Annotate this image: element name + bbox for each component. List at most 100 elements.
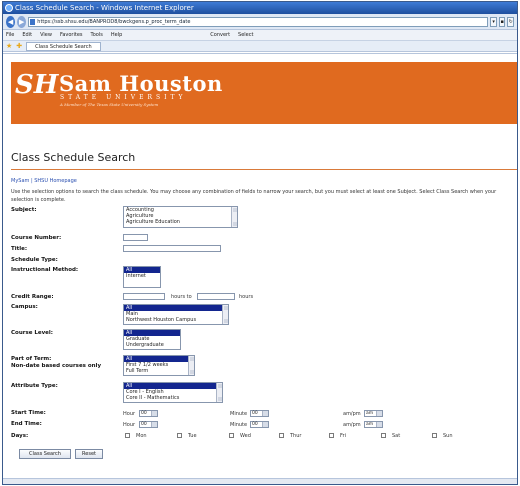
title-label: Title: [11,246,28,252]
select-button[interactable]: Select [238,32,253,38]
toolbar-right: Convert Select [210,32,253,38]
menu-favorites[interactable]: Favorites [60,32,83,38]
class-search-button[interactable]: Class Search [19,449,71,459]
instructional-method-option[interactable]: Internet [124,273,160,279]
day-checkbox-thur[interactable] [279,433,284,438]
part-of-term-scrollbar[interactable] [188,356,194,375]
course-number-label: Course Number: [11,235,62,241]
day-label-fri: Fri [340,433,346,439]
day-label-mon: Mon [136,433,147,439]
convert-button[interactable]: Convert [210,32,230,38]
day-label-sat: Sat [392,433,401,439]
end-hour-select[interactable]: 00 [139,421,158,428]
day-label-sun: Sun [443,433,453,439]
favorites-star-icon[interactable]: ★ [6,42,12,50]
menu-help[interactable]: Help [111,32,122,38]
days-label: Days: [11,433,29,439]
day-checkbox-sat[interactable] [381,433,386,438]
day-label-tue: Tue [188,433,197,439]
subject-option[interactable]: Agriculture Education [124,219,237,225]
browser-window: Class Schedule Search - Windows Internet… [2,1,518,485]
menu-edit[interactable]: Edit [22,32,32,38]
day-label-wed: Wed [240,433,251,439]
intro-text: Use the selection options to search the … [11,189,497,203]
menu-bar: File Edit View Favorites Tools Help Conv… [3,30,517,41]
end-hour-label: Hour [123,422,136,428]
start-ampm-select[interactable]: am [364,410,383,417]
breadcrumb-links[interactable]: MySam | SHSU Homepage [11,178,77,184]
university-subtitle: STATE UNIVERSITY [60,94,187,101]
menu-view[interactable]: View [40,32,52,38]
university-name: Sam Houston [59,71,223,96]
end-ampm-select[interactable]: am [364,421,383,428]
credit-max-input[interactable] [197,293,235,300]
part-of-term-option[interactable]: Full Term [124,368,194,374]
course-level-option[interactable]: Undergraduate [124,342,180,348]
address-input[interactable]: https://ssb.shsu.edu/BANPROD8/bwckgens.p… [28,16,489,27]
campus-label: Campus: [11,304,38,310]
subject-listbox[interactable]: Accounting Agriculture Agriculture Educa… [123,206,238,228]
start-hour-label: Hour [123,411,136,417]
end-minute-label: Minute [230,422,248,428]
title-divider [11,169,517,170]
day-checkbox-tue[interactable] [177,433,182,438]
ie-logo-icon [5,4,13,12]
non-date-courses-label: Non-date based courses only [11,363,102,369]
end-ampm-label: am/pm [343,422,361,428]
course-level-listbox[interactable]: All Graduate Undergraduate [123,329,181,350]
day-label-thur: Thur [290,433,302,439]
credit-min-input[interactable] [123,293,165,300]
schedule-type-label: Schedule Type: [11,257,58,263]
favorites-bar: ★ ✚ Class Schedule Search [3,41,517,52]
start-minute-select[interactable]: 00 [250,410,269,417]
tab-class-schedule-search[interactable]: Class Schedule Search [26,41,101,51]
attribute-type-label: Attribute Type: [11,383,58,389]
reset-button[interactable]: Reset [75,449,103,459]
start-minute-label: Minute [230,411,248,417]
address-bar: ◀ ▶ https://ssb.shsu.edu/BANPROD8/bwckge… [3,14,517,30]
credit-range-label: Credit Range: [11,294,54,300]
add-favorites-icon[interactable]: ✚ [16,42,22,50]
page-icon [30,18,36,25]
end-minute-select[interactable]: 00 [250,421,269,428]
course-number-input[interactable] [123,234,148,241]
lock-icon[interactable]: ▪ [498,16,506,27]
campus-scrollbar[interactable] [222,305,228,324]
page-title: Class Schedule Search [11,151,136,164]
campus-listbox[interactable]: All Main Northwest Houston Campus [123,304,229,325]
back-arrow-icon[interactable]: ◀ [6,15,16,28]
day-checkbox-mon[interactable] [125,433,130,438]
day-checkbox-fri[interactable] [329,433,334,438]
university-tagline: A Member of The Texas State University S… [60,102,159,107]
status-bar [3,478,517,484]
menu-tools[interactable]: Tools [91,32,103,38]
instructional-method-listbox[interactable]: All Internet [123,266,161,288]
title-bar: Class Schedule Search - Windows Internet… [3,2,517,14]
refresh-icon[interactable]: ↻ [507,16,515,27]
end-time-label: End Time: [11,421,42,427]
window-title: Class Schedule Search - Windows Internet… [15,4,194,12]
instructional-method-label: Instructional Method: [11,267,79,273]
attribute-type-listbox[interactable]: All Core I - English Core II - Mathemati… [123,382,223,403]
credit-hours-to-text: hours to [171,294,192,300]
course-level-label: Course Level: [11,330,53,336]
attribute-type-option[interactable]: Core II - Mathematics [124,395,222,401]
title-input[interactable] [123,245,221,252]
part-of-term-label: Part of Term: [11,356,52,362]
credit-hours-text: hours [239,294,254,300]
sh-logo-icon: SH [15,70,59,100]
address-dropdown-icon[interactable]: ▾ [490,16,497,27]
menu-file[interactable]: File [6,32,14,38]
forward-arrow-icon[interactable]: ▶ [17,15,27,28]
subject-label: Subject: [11,207,37,213]
day-checkbox-wed[interactable] [229,433,234,438]
start-time-label: Start Time: [11,410,46,416]
university-banner: SH Sam Houston STATE UNIVERSITY A Member… [11,62,517,124]
day-checkbox-sun[interactable] [432,433,437,438]
part-of-term-listbox[interactable]: All First 7 1/2 weeks Full Term [123,355,195,376]
start-hour-select[interactable]: 00 [139,410,158,417]
attribute-type-scrollbar[interactable] [216,383,222,402]
campus-option[interactable]: Northwest Houston Campus [124,317,228,323]
subject-scrollbar[interactable] [231,207,237,227]
start-ampm-label: am/pm [343,411,361,417]
